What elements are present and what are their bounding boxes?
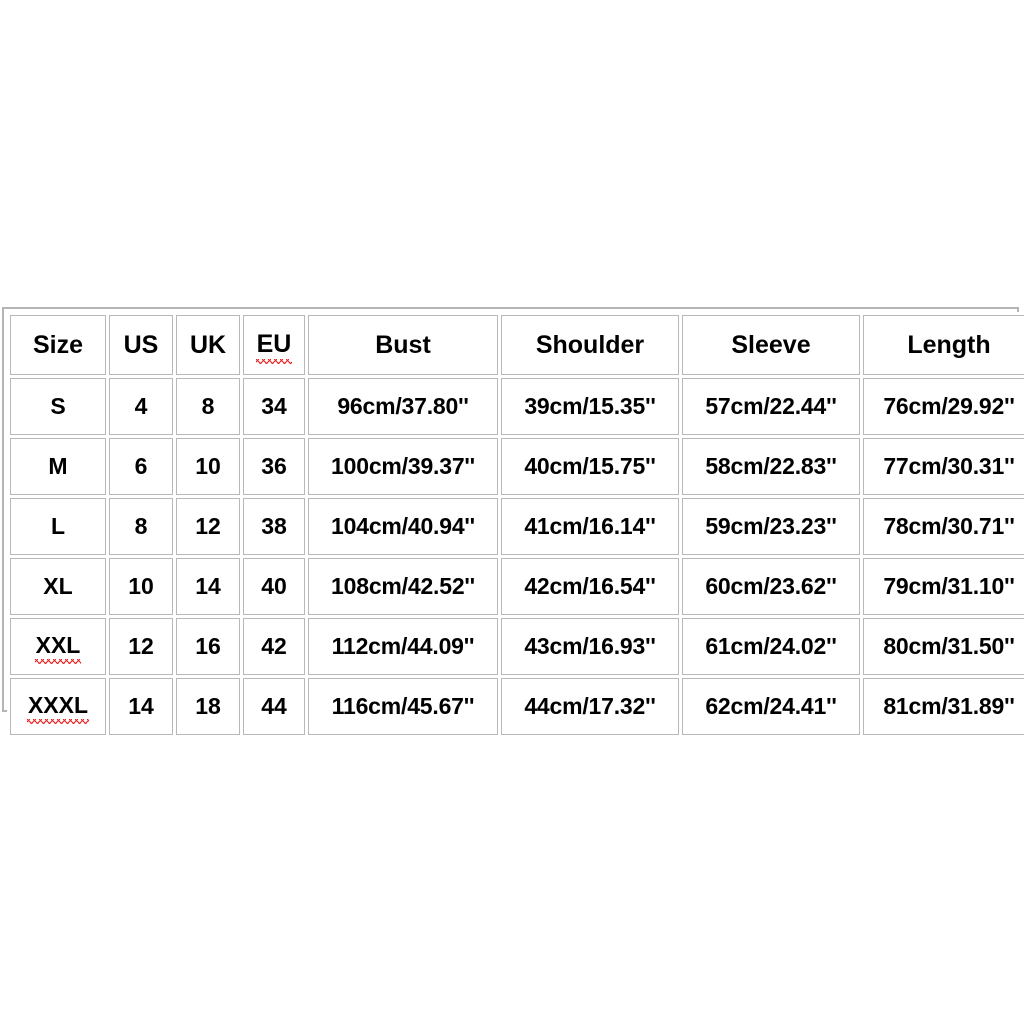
cell-us: 8 (109, 498, 173, 555)
cell-shoulder: 41cm/16.14'' (501, 498, 679, 555)
cell-us: 4 (109, 378, 173, 435)
page-root: Size US UK EU Bust Shoulder Sleeve Lengt… (0, 0, 1024, 1024)
cell-length: 80cm/31.50'' (863, 618, 1024, 675)
cell-size: XL (10, 558, 106, 615)
cell-eu: 38 (243, 498, 305, 555)
column-header-shoulder: Shoulder (501, 315, 679, 375)
table-row: M 6 10 36 100cm/39.37'' 40cm/15.75'' 58c… (10, 438, 1024, 495)
cell-eu: 44 (243, 678, 305, 735)
size-chart-head: Size US UK EU Bust Shoulder Sleeve Lengt… (10, 315, 1024, 375)
cell-us: 10 (109, 558, 173, 615)
cell-sleeve: 60cm/23.62'' (682, 558, 860, 615)
cell-size: S (10, 378, 106, 435)
size-chart-table: Size US UK EU Bust Shoulder Sleeve Lengt… (7, 312, 1024, 738)
cell-us: 6 (109, 438, 173, 495)
table-row: XXL 12 16 42 112cm/44.09'' 43cm/16.93'' … (10, 618, 1024, 675)
cell-us: 12 (109, 618, 173, 675)
cell-uk: 16 (176, 618, 240, 675)
table-row: XL 10 14 40 108cm/42.52'' 42cm/16.54'' 6… (10, 558, 1024, 615)
table-row: L 8 12 38 104cm/40.94'' 41cm/16.14'' 59c… (10, 498, 1024, 555)
spellcheck-underline-xxxl: XXXL (26, 692, 90, 724)
cell-sleeve: 58cm/22.83'' (682, 438, 860, 495)
cell-eu: 36 (243, 438, 305, 495)
cell-bust: 108cm/42.52'' (308, 558, 498, 615)
cell-shoulder: 43cm/16.93'' (501, 618, 679, 675)
cell-eu: 34 (243, 378, 305, 435)
column-header-uk: UK (176, 315, 240, 375)
size-chart-body: S 4 8 34 96cm/37.80'' 39cm/15.35'' 57cm/… (10, 378, 1024, 735)
cell-uk: 14 (176, 558, 240, 615)
cell-length: 81cm/31.89'' (863, 678, 1024, 735)
cell-sleeve: 59cm/23.23'' (682, 498, 860, 555)
cell-sleeve: 57cm/22.44'' (682, 378, 860, 435)
cell-bust: 112cm/44.09'' (308, 618, 498, 675)
cell-uk: 18 (176, 678, 240, 735)
column-header-size: Size (10, 315, 106, 375)
column-header-eu: EU (243, 315, 305, 375)
cell-uk: 8 (176, 378, 240, 435)
spellcheck-underline-xxl: XXL (34, 632, 82, 664)
cell-bust: 104cm/40.94'' (308, 498, 498, 555)
cell-bust: 96cm/37.80'' (308, 378, 498, 435)
cell-size: XXXL (10, 678, 106, 735)
column-header-length: Length (863, 315, 1024, 375)
cell-shoulder: 42cm/16.54'' (501, 558, 679, 615)
size-chart-container: Size US UK EU Bust Shoulder Sleeve Lengt… (2, 307, 1024, 738)
cell-size: L (10, 498, 106, 555)
cell-size: XXL (10, 618, 106, 675)
cell-length: 77cm/30.31'' (863, 438, 1024, 495)
cell-eu: 40 (243, 558, 305, 615)
cell-us: 14 (109, 678, 173, 735)
column-header-sleeve: Sleeve (682, 315, 860, 375)
cell-uk: 12 (176, 498, 240, 555)
cell-bust: 116cm/45.67'' (308, 678, 498, 735)
cell-length: 79cm/31.10'' (863, 558, 1024, 615)
cell-shoulder: 39cm/15.35'' (501, 378, 679, 435)
header-row: Size US UK EU Bust Shoulder Sleeve Lengt… (10, 315, 1024, 375)
cell-length: 78cm/30.71'' (863, 498, 1024, 555)
column-header-bust: Bust (308, 315, 498, 375)
cell-shoulder: 44cm/17.32'' (501, 678, 679, 735)
spellcheck-underline-eu: EU (255, 330, 293, 364)
cell-sleeve: 61cm/24.02'' (682, 618, 860, 675)
cell-uk: 10 (176, 438, 240, 495)
column-header-us: US (109, 315, 173, 375)
cell-shoulder: 40cm/15.75'' (501, 438, 679, 495)
table-row: S 4 8 34 96cm/37.80'' 39cm/15.35'' 57cm/… (10, 378, 1024, 435)
cell-bust: 100cm/39.37'' (308, 438, 498, 495)
cell-length: 76cm/29.92'' (863, 378, 1024, 435)
cell-size: M (10, 438, 106, 495)
cell-sleeve: 62cm/24.41'' (682, 678, 860, 735)
table-row: XXXL 14 18 44 116cm/45.67'' 44cm/17.32''… (10, 678, 1024, 735)
cell-eu: 42 (243, 618, 305, 675)
